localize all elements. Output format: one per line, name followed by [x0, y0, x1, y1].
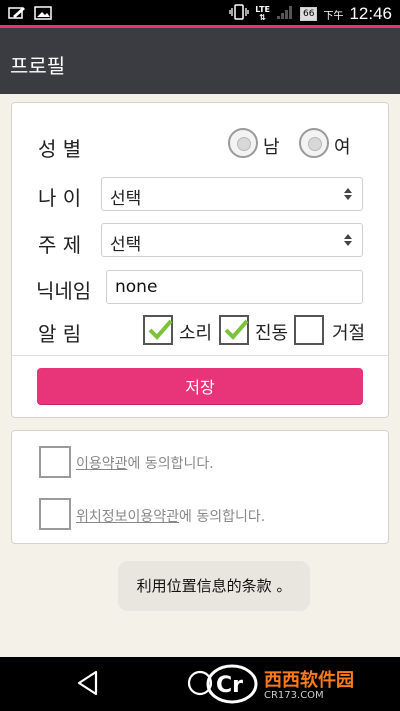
watermark-brand: 西西软件园: [264, 670, 354, 691]
page-title: 프로필: [10, 54, 66, 78]
alarm-reject-label: 거절: [332, 323, 366, 344]
age-select[interactable]: 선택: [101, 177, 363, 211]
select-arrows-icon: [344, 234, 352, 246]
edit-icon: [8, 5, 26, 24]
gender-label: 성 별: [38, 137, 82, 161]
terms-panel: 이용약관에 동의합니다. 위치정보이용약관에 동의합니다.: [11, 430, 389, 544]
alarm-vibrate-label: 진동: [255, 323, 289, 344]
gender-female-label: 여: [334, 137, 351, 158]
watermark-url: CR173.COM: [264, 690, 324, 701]
gender-radio-male[interactable]: [228, 128, 258, 158]
checkmark-icon: [148, 319, 173, 340]
svg-text:Cr: Cr: [216, 673, 243, 698]
alarm-vibrate-checkbox[interactable]: [219, 315, 249, 345]
topic-label: 주 제: [38, 233, 82, 257]
lte-icon: LTE ⇅: [255, 5, 270, 22]
cr-logo-icon: Cr: [206, 664, 258, 704]
signal-icon: [276, 4, 294, 24]
location-terms-agree-checkbox[interactable]: [39, 498, 71, 530]
alarm-label: 알 림: [38, 322, 82, 346]
divider: [12, 355, 388, 356]
vibrate-icon: [229, 4, 249, 24]
time-ampm: 下午: [323, 10, 344, 22]
gender-male-label: 남: [263, 137, 280, 158]
network-type: LTE: [255, 5, 270, 14]
battery-level: 66: [300, 7, 318, 21]
terms-suffix: 에 동의합니다.: [127, 456, 214, 472]
checkmark-icon: [224, 319, 249, 340]
location-terms-agree-text: 위치정보이용약관에 동의합니다.: [76, 506, 265, 526]
age-label: 나 이: [38, 186, 82, 210]
app-bar: 프로필: [0, 28, 400, 94]
terms-agree-text: 이용약관에 동의합니다.: [76, 453, 214, 473]
topic-select-value: 선택: [110, 235, 142, 255]
save-button[interactable]: 저장: [37, 368, 363, 404]
nickname-input[interactable]: [106, 270, 363, 304]
alarm-sound-checkbox[interactable]: [143, 315, 173, 345]
alarm-sound-label: 소리: [179, 323, 213, 344]
age-select-value: 선택: [110, 189, 142, 209]
location-terms-suffix: 에 동의합니다.: [179, 509, 266, 525]
gender-radio-female[interactable]: [299, 128, 329, 158]
terms-link[interactable]: 이용약관: [76, 456, 128, 472]
back-icon[interactable]: [74, 669, 102, 701]
terms-agree-checkbox[interactable]: [39, 446, 71, 478]
image-icon: [34, 5, 52, 24]
profile-form-panel: 성 별 남 여 나 이 선택 주 제 선택 닉네임 알 림 소리 진동 거절 저…: [11, 102, 389, 418]
topic-select[interactable]: 선택: [101, 223, 363, 257]
toast-message: 利用位置信息的条款 。: [118, 561, 310, 611]
alarm-reject-checkbox[interactable]: [294, 315, 324, 345]
clock: 12:46: [349, 4, 392, 23]
status-bar: LTE ⇅ 66 下午 12:46: [0, 0, 400, 28]
select-arrows-icon: [344, 188, 352, 200]
location-terms-link[interactable]: 위치정보이용약관: [76, 509, 179, 525]
watermark-logo: Cr 西西软件园 CR173.COM: [206, 660, 396, 708]
nickname-label: 닉네임: [36, 279, 92, 303]
